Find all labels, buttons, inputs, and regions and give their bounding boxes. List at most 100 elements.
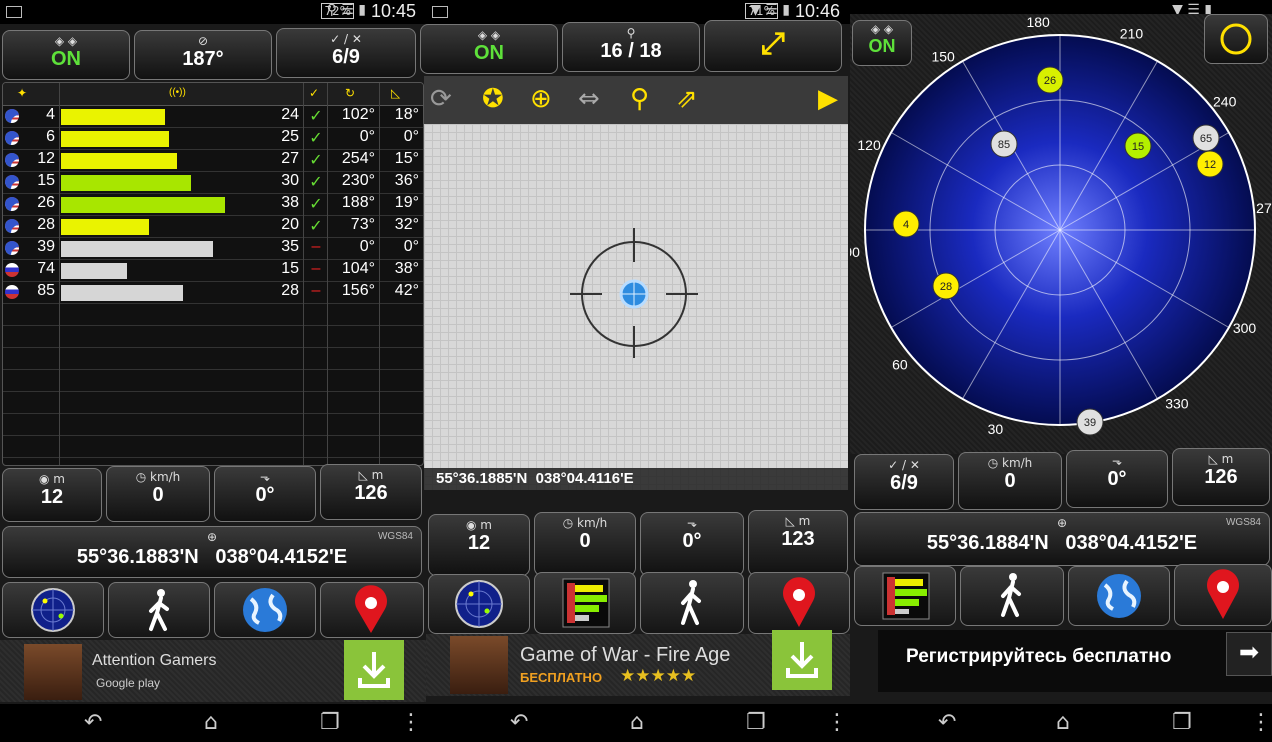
walking-person-icon	[1001, 573, 1021, 617]
radar-satellite[interactable]: 4	[892, 210, 920, 238]
recent-apps-icon[interactable]: ❐	[746, 710, 766, 735]
radar-view-button[interactable]	[428, 574, 530, 634]
back-icon[interactable]: ↶	[938, 710, 956, 735]
home-icon[interactable]: ⌂	[1056, 710, 1070, 735]
share-icon[interactable]: ⇗	[676, 84, 698, 114]
target-icon[interactable]: ⊕	[530, 84, 552, 114]
ad-banner[interactable]: Регистрируйтесь бесплатно ➡	[878, 630, 1272, 692]
elevation-value: 32°	[394, 216, 419, 233]
bearing-tile[interactable]: ⬎ 0°	[640, 512, 744, 576]
compass-rose-icon[interactable]: ✪	[482, 84, 504, 114]
add-marker-icon[interactable]: ⚲	[630, 84, 649, 114]
battery-icon: 71%	[745, 3, 778, 19]
home-icon[interactable]: ⌂	[630, 710, 644, 735]
walking-person-icon	[149, 589, 169, 631]
gps-status-tile[interactable]: ◈ ◈ ON	[2, 30, 130, 80]
coordinates-tile[interactable]: ⊕ WGS84 55°36.1884'N 038°04.4152'E	[854, 512, 1270, 566]
compass-button[interactable]	[1204, 14, 1268, 64]
speed-icon: ◷ km/h	[135, 470, 181, 484]
recent-apps-icon[interactable]: ❐	[320, 710, 340, 735]
radar-view-button[interactable]	[2, 582, 104, 638]
radar-satellite[interactable]: 65	[1192, 124, 1220, 152]
walk-button[interactable]	[640, 572, 744, 634]
ad-banner[interactable]: Attention Gamers Google play	[0, 640, 426, 702]
elevation-value: 42°	[394, 282, 419, 299]
back-icon[interactable]: ↶	[510, 710, 528, 735]
altitude-tile[interactable]: ◺ m 126	[320, 464, 422, 520]
zoom-tile[interactable]: ⚲ 16 / 18	[562, 22, 700, 72]
radar-degree-label: 150	[931, 49, 955, 65]
menu-icon[interactable]: ⋮	[400, 710, 422, 735]
satellite-id: 12	[37, 150, 55, 167]
recent-apps-icon[interactable]: ❐	[1172, 710, 1192, 735]
gallery-icon	[6, 6, 22, 18]
radar-degree-label: 120	[857, 137, 881, 153]
location-pin-button[interactable]	[1174, 564, 1272, 626]
ruler-icon[interactable]: ⇔	[578, 84, 600, 114]
speed-tile[interactable]: ◷ km/h 0	[958, 452, 1062, 510]
gps-status-icon: ◈ ◈	[477, 28, 501, 42]
map-pin-icon	[1207, 569, 1239, 619]
walk-button[interactable]	[960, 566, 1064, 626]
globe-button[interactable]	[1068, 566, 1170, 626]
radar-satellite-id: 65	[1200, 133, 1212, 145]
table-row: 6 25 ✓ 0° 0°	[3, 128, 423, 150]
empty-row	[3, 304, 423, 326]
accuracy-icon: ◉ m	[466, 518, 492, 532]
refresh-icon[interactable]: ⟳	[430, 84, 452, 114]
back-icon[interactable]: ↶	[84, 710, 102, 735]
satellite-radar[interactable]: 180 210 240 270 300 330 30 60 90 120 150 26 85 15 65 1…	[850, 14, 1272, 454]
ad-download-button[interactable]	[772, 630, 832, 690]
radar-satellite[interactable]: 28	[932, 272, 960, 300]
accuracy-tile[interactable]: ◉ m 12	[428, 514, 530, 576]
gps-status-tile[interactable]: ◈ ◈ ON	[420, 24, 558, 74]
ad-subtitle: БЕСПЛАТНО	[520, 670, 603, 685]
accuracy-tile[interactable]: ◉ m 12	[2, 468, 102, 522]
satellites-icon: ✓ / ✕	[888, 458, 920, 472]
map-view[interactable]: 55°36.1885'N 038°04.4116'E	[424, 124, 848, 490]
walk-button[interactable]	[108, 582, 210, 638]
toolbar-expand-icon[interactable]: ▶	[818, 84, 838, 114]
home-icon[interactable]: ⌂	[204, 710, 218, 735]
datum-label: WGS84	[1225, 517, 1261, 528]
altitude-tile[interactable]: ◺ m 123	[748, 510, 848, 576]
used-indicator: ✓	[309, 196, 323, 213]
satellites-used-tile[interactable]: ✓ / ✕ 6/9	[276, 28, 416, 78]
fullscreen-tile[interactable]: ⤢	[704, 20, 842, 72]
radar-icon	[455, 580, 503, 628]
status-icons: ▼ ☰ ▮	[750, 2, 790, 18]
signal-bars-button[interactable]	[534, 572, 636, 634]
menu-icon[interactable]: ⋮	[826, 710, 848, 735]
signal-bars-button[interactable]	[854, 566, 956, 626]
altitude-tile[interactable]: ◺ m 126	[1172, 448, 1270, 506]
heading-tile[interactable]: ⊘ 187°	[134, 30, 272, 80]
battery-icon: 72%	[321, 3, 354, 19]
ad-download-button[interactable]	[344, 640, 404, 700]
globe-button[interactable]	[214, 582, 316, 638]
location-pin-button[interactable]	[320, 582, 424, 638]
radar-satellite[interactable]: 12	[1196, 150, 1224, 178]
radar-satellite[interactable]: 39	[1076, 408, 1104, 436]
speed-tile[interactable]: ◷ km/h 0	[534, 512, 636, 576]
satellites-used-tile[interactable]: ✓ / ✕ 6/9	[854, 454, 954, 510]
flag-icon	[5, 241, 19, 255]
ad-banner[interactable]: Game of War - Fire Age БЕСПЛАТНО ★★★★★	[426, 630, 850, 696]
ad-arrow-button[interactable]: ➡	[1226, 632, 1272, 676]
speed-tile[interactable]: ◷ km/h 0	[106, 466, 210, 522]
radar-satellite[interactable]: 26	[1036, 66, 1064, 94]
android-nav-bar: ↶ ⌂ ❐ ⋮	[0, 704, 426, 742]
table-row: 85 28– 156° 42°	[3, 282, 423, 304]
used-indicator: ✓	[309, 152, 323, 169]
radar-satellite[interactable]: 85	[990, 130, 1018, 158]
location-pin-button[interactable]	[748, 572, 850, 634]
coordinates-tile[interactable]: ⊕ WGS84 55°36.1883'N 038°04.4152'E	[2, 526, 422, 578]
bearing-tile[interactable]: ⬎ 0°	[214, 466, 316, 522]
menu-icon[interactable]: ⋮	[1250, 710, 1272, 735]
signal-strength: 25	[281, 128, 299, 145]
gps-status-tile[interactable]: ◈ ◈ ON	[852, 20, 912, 66]
radar-satellite[interactable]: 15	[1124, 132, 1152, 160]
radar-degree-label: 90	[850, 244, 860, 260]
map-pin-icon	[783, 577, 815, 627]
bearing-tile[interactable]: ⬎ 0°	[1066, 450, 1168, 508]
radar-satellite-id: 12	[1204, 159, 1216, 171]
